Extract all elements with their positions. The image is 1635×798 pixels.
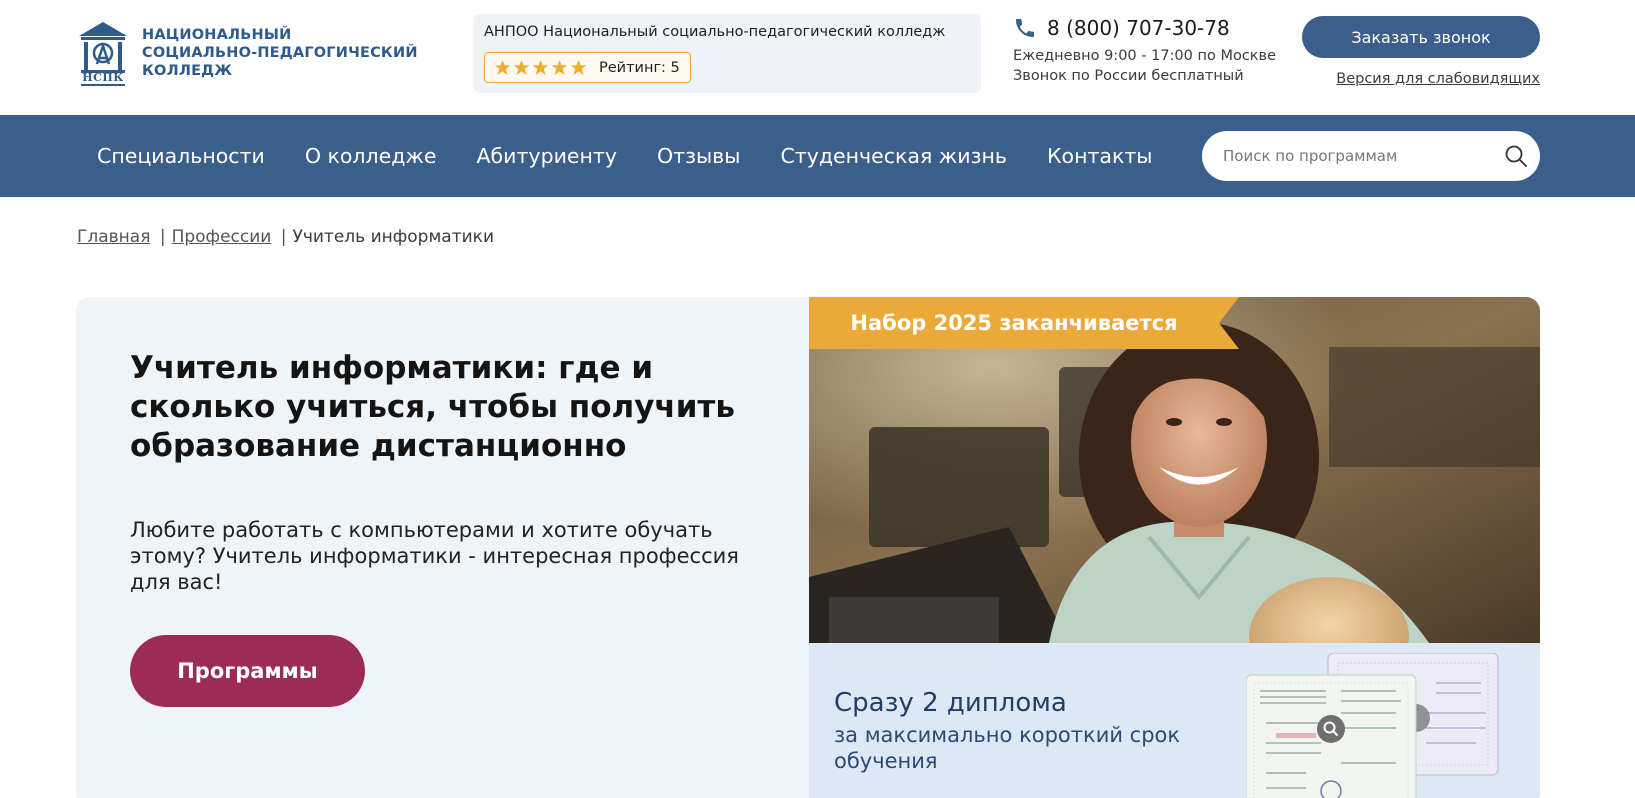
phone-link[interactable]: 8 (800) 707-30-78 bbox=[1013, 16, 1276, 40]
diploma-panel: Сразу 2 диплома за максимально короткий … bbox=[809, 643, 1540, 798]
search-icon[interactable] bbox=[1504, 144, 1528, 168]
college-logo[interactable]: НСПК НАЦИОНАЛЬНЫЙ СОЦИАЛЬНО-ПЕДАГОГИЧЕСК… bbox=[77, 20, 418, 86]
star-icon bbox=[551, 60, 568, 75]
breadcrumb-separator: | bbox=[159, 227, 166, 247]
logo-text-line: СОЦИАЛЬНО-ПЕДАГОГИЧЕСКИЙ bbox=[142, 45, 418, 61]
enrollment-ribbon: Набор 2025 заканчивается bbox=[809, 297, 1239, 349]
ribbon-text: Набор 2025 заканчивается bbox=[850, 311, 1178, 335]
nav-item-applicants[interactable]: Абитуриенту bbox=[477, 144, 618, 168]
rating-badge: Рейтинг: 5 bbox=[484, 52, 691, 83]
diploma-title: Сразу 2 диплома bbox=[834, 688, 1067, 718]
hero-section: Учитель информатики: где и сколько учить… bbox=[76, 297, 1540, 798]
hero-text-panel: Учитель информатики: где и сколько учить… bbox=[76, 297, 809, 798]
logo-text-line: НАЦИОНАЛЬНЫЙ bbox=[142, 27, 292, 43]
zoom-icon[interactable] bbox=[1317, 715, 1345, 743]
search-input[interactable] bbox=[1223, 147, 1493, 165]
rating-value: Рейтинг: 5 bbox=[599, 59, 680, 76]
phone-number: 8 (800) 707-30-78 bbox=[1047, 16, 1230, 40]
breadcrumb-professions-link[interactable]: Профессии bbox=[172, 227, 272, 247]
rating-stars bbox=[494, 59, 587, 76]
nav-item-about[interactable]: О колледже bbox=[305, 144, 437, 168]
breadcrumb-home-link[interactable]: Главная bbox=[77, 227, 150, 247]
star-icon bbox=[570, 60, 587, 75]
accessibility-version-link[interactable]: Версия для слабовидящих bbox=[1330, 71, 1540, 87]
phone-icon bbox=[1016, 19, 1034, 37]
diploma-samples bbox=[1245, 652, 1499, 798]
hero-media-panel: Набор 2025 заканчивается Сразу 2 диплома… bbox=[809, 297, 1540, 798]
contact-block: 8 (800) 707-30-78 Ежедневно 9:00 - 17:00… bbox=[1013, 16, 1276, 86]
nav-item-student-life[interactable]: Студенческая жизнь bbox=[780, 144, 1007, 168]
diploma-images bbox=[1245, 652, 1506, 798]
star-icon bbox=[532, 60, 549, 75]
nav-items: Специальности О колледже Абитуриенту Отз… bbox=[97, 115, 1193, 197]
programs-button[interactable]: Программы bbox=[130, 635, 365, 707]
teacher-photo: Набор 2025 заканчивается bbox=[809, 297, 1540, 643]
hero-description: Любите работать с компьютерами и хотите … bbox=[130, 518, 739, 594]
nav-item-reviews[interactable]: Отзывы bbox=[657, 144, 740, 168]
callback-button[interactable]: Заказать звонок bbox=[1302, 16, 1540, 58]
logo-text: НАЦИОНАЛЬНЫЙ СОЦИАЛЬНО-ПЕДАГОГИЧЕСКИЙ КО… bbox=[142, 26, 418, 80]
nav-item-specialties[interactable]: Специальности bbox=[97, 144, 265, 168]
phone-hours: Ежедневно 9:00 - 17:00 по Москве bbox=[1013, 48, 1277, 64]
nav-item-contacts[interactable]: Контакты bbox=[1047, 144, 1153, 168]
phone-note: Звонок по России бесплатный bbox=[1013, 68, 1244, 84]
logo-text-line: КОЛЛЕДЖ bbox=[142, 63, 233, 79]
star-icon bbox=[494, 60, 511, 75]
main-nav: Специальности О колледже Абитуриенту Отз… bbox=[0, 115, 1635, 197]
logo-mark-letters: НСПК bbox=[82, 71, 124, 84]
site-header: НСПК НАЦИОНАЛЬНЫЙ СОЦИАЛЬНО-ПЕДАГОГИЧЕСК… bbox=[0, 0, 1635, 114]
star-icon bbox=[513, 60, 530, 75]
page-title: Учитель информатики: где и сколько учить… bbox=[130, 350, 735, 464]
rating-title: АНПОО Национальный социально-педагогичес… bbox=[484, 24, 946, 40]
breadcrumb-separator: | bbox=[280, 227, 287, 247]
diploma-subtitle: за максимально короткий срок обучения bbox=[834, 723, 1181, 773]
rating-box: АНПОО Национальный социально-педагогичес… bbox=[474, 14, 981, 93]
breadcrumb-current: Учитель информатики bbox=[292, 227, 494, 247]
search-box bbox=[1202, 131, 1540, 181]
breadcrumb: Главная | Профессии | Учитель информатики bbox=[77, 227, 494, 247]
